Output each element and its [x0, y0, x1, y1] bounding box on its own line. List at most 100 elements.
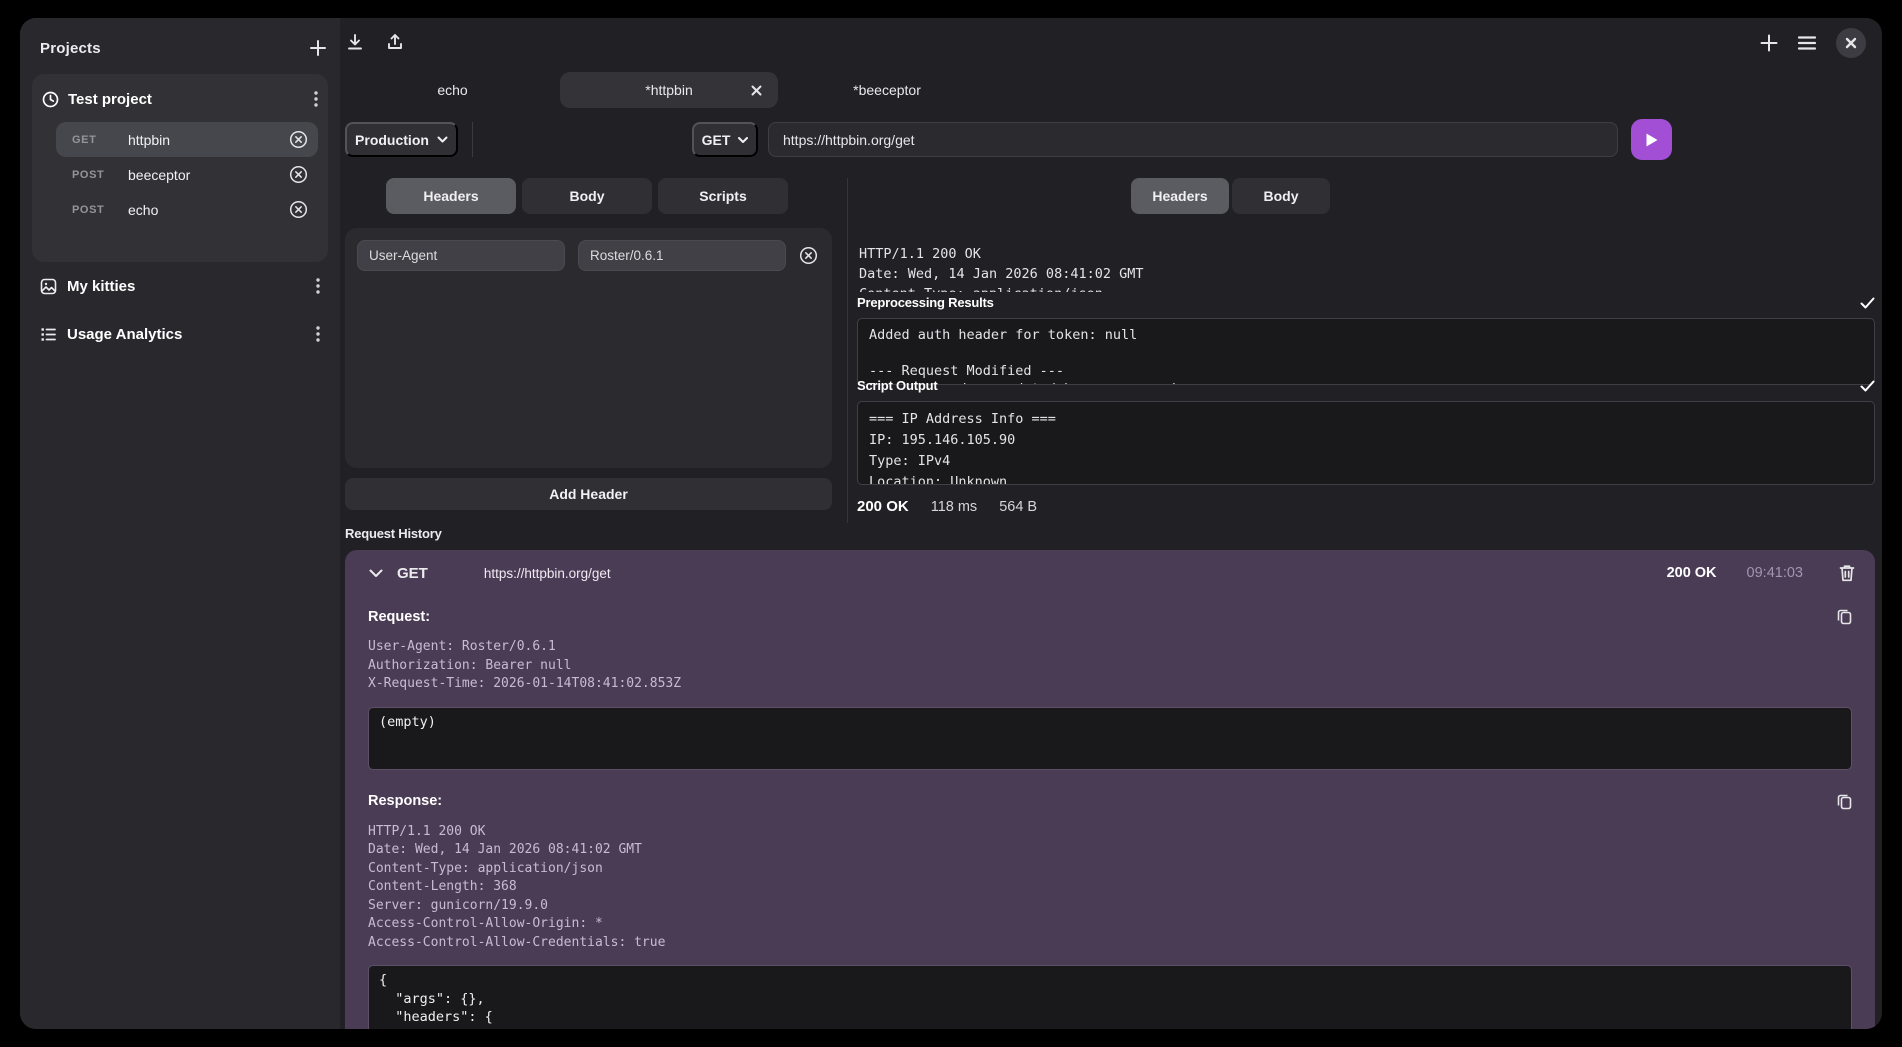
response-headers-preview: HTTP/1.1 200 OK Date: Wed, 14 Jan 2026 0… [859, 244, 1875, 292]
add-header-button[interactable]: Add Header [345, 478, 832, 510]
headers-editor [345, 228, 832, 468]
environment-selector[interactable]: Production [345, 122, 458, 157]
tab-label: Headers [1152, 188, 1207, 204]
method-label: GET [702, 132, 731, 148]
app-menu-button[interactable] [1796, 33, 1818, 53]
request-item-beeceptor[interactable]: POST beeceptor [56, 157, 318, 192]
history-entry-header[interactable]: GET https://httpbin.org/get 200 OK 09:41… [345, 550, 1875, 596]
request-name: beeceptor [128, 167, 285, 183]
request-name: httpbin [128, 132, 285, 148]
tab-httpbin[interactable]: *httpbin [560, 72, 778, 108]
close-icon [1845, 37, 1857, 49]
tab-response-body[interactable]: Body [1232, 178, 1330, 214]
url-input[interactable] [768, 122, 1618, 157]
delete-history-button[interactable] [1839, 564, 1855, 582]
tab-label: *httpbin [645, 82, 692, 98]
tab-label: Body [1264, 188, 1299, 204]
plus-icon [308, 38, 328, 58]
tab-request-body[interactable]: Body [522, 178, 652, 214]
tab-request-scripts[interactable]: Scripts [658, 178, 788, 214]
delete-request-button[interactable] [289, 200, 308, 219]
response-section-header: Response: [368, 793, 1852, 810]
collection-menu-button[interactable] [316, 278, 320, 294]
trash-icon [1839, 564, 1855, 582]
copy-icon [1837, 608, 1852, 625]
method-selector[interactable]: GET [692, 122, 758, 157]
image-icon [40, 278, 57, 295]
add-project-button[interactable] [308, 38, 328, 58]
tab-response-headers[interactable]: Headers [1131, 178, 1229, 214]
tab-request-headers[interactable]: Headers [386, 178, 516, 214]
copy-icon [1837, 793, 1852, 810]
request-label: Request: [368, 609, 430, 625]
tab-beeceptor[interactable]: *beeceptor [778, 72, 996, 108]
project-menu-button[interactable] [314, 91, 318, 107]
project-group: Test project GET httpbin [32, 74, 328, 262]
copy-response-button[interactable] [1837, 793, 1852, 810]
delete-request-button[interactable] [289, 130, 308, 149]
chevron-down-icon[interactable] [369, 569, 383, 578]
environment-label: Production [355, 132, 429, 148]
history-method: GET [397, 565, 428, 582]
history-response-headers: HTTP/1.1 200 OK Date: Wed, 14 Jan 2026 0… [368, 823, 1852, 953]
preprocessing-title: Preprocessing Results [857, 295, 994, 310]
project-header[interactable]: Test project [42, 84, 318, 114]
response-label: Response: [368, 793, 442, 809]
script-output-console[interactable]: === IP Address Info === IP: 195.146.105.… [857, 401, 1875, 485]
sidebar: Projects Test project GET [20, 18, 340, 1029]
check-icon [1860, 297, 1875, 309]
kebab-icon [314, 91, 318, 107]
close-tab-button[interactable] [751, 85, 762, 96]
history-url: https://httpbin.org/get [484, 566, 1653, 581]
request-section-header: Request: [368, 608, 1852, 625]
script-output-header: Script Output [857, 378, 1875, 393]
sidebar-item-label: Usage Analytics [67, 326, 306, 343]
close-icon [751, 85, 762, 96]
history-entry: GET https://httpbin.org/get 200 OK 09:41… [345, 550, 1875, 1029]
tab-echo[interactable]: echo [345, 72, 560, 108]
history-time: 09:41:03 [1747, 565, 1803, 581]
new-tab-button[interactable] [1758, 32, 1780, 54]
header-value-input[interactable] [578, 240, 786, 271]
header-row [357, 240, 820, 271]
remove-header-button[interactable] [799, 246, 818, 265]
delete-request-button[interactable] [289, 165, 308, 184]
kebab-icon [316, 278, 320, 294]
plus-icon [1758, 32, 1780, 54]
script-output-title: Script Output [857, 378, 937, 393]
circle-x-icon [289, 130, 308, 149]
status-code: 200 OK [857, 498, 909, 515]
chevron-down-icon [738, 137, 748, 143]
header-key-input[interactable] [357, 240, 565, 271]
send-button[interactable] [1631, 119, 1672, 160]
circle-x-icon [799, 246, 818, 265]
export-button[interactable] [385, 32, 405, 52]
request-method: POST [72, 204, 124, 216]
tab-label: *beeceptor [853, 82, 921, 98]
close-app-button[interactable] [1836, 28, 1866, 58]
list-icon [40, 326, 57, 343]
menu-icon [1796, 33, 1818, 53]
kebab-icon [316, 326, 320, 342]
toolbar-divider [472, 122, 473, 157]
download-icon [345, 32, 365, 52]
copy-request-button[interactable] [1837, 608, 1852, 625]
tab-label: Scripts [699, 188, 746, 204]
status-duration: 118 ms [931, 499, 977, 515]
preprocessing-console[interactable]: Added auth header for token: null --- Re… [857, 318, 1875, 385]
request-item-echo[interactable]: POST echo [56, 192, 318, 227]
clock-icon [42, 91, 59, 108]
request-item-httpbin[interactable]: GET httpbin [56, 122, 318, 157]
history-request-body: (empty) [368, 707, 1852, 770]
sidebar-item-usage-analytics[interactable]: Usage Analytics [40, 318, 320, 350]
status-size: 564 B [999, 499, 1037, 515]
sidebar-item-label: My kitties [67, 278, 306, 295]
play-icon [1644, 132, 1659, 148]
projects-title: Projects [40, 40, 101, 57]
circle-x-icon [289, 200, 308, 219]
import-button[interactable] [345, 32, 365, 52]
upload-icon [385, 32, 405, 52]
sidebar-item-my-kitties[interactable]: My kitties [40, 270, 320, 302]
collection-menu-button[interactable] [316, 326, 320, 342]
tab-label: echo [437, 82, 467, 98]
